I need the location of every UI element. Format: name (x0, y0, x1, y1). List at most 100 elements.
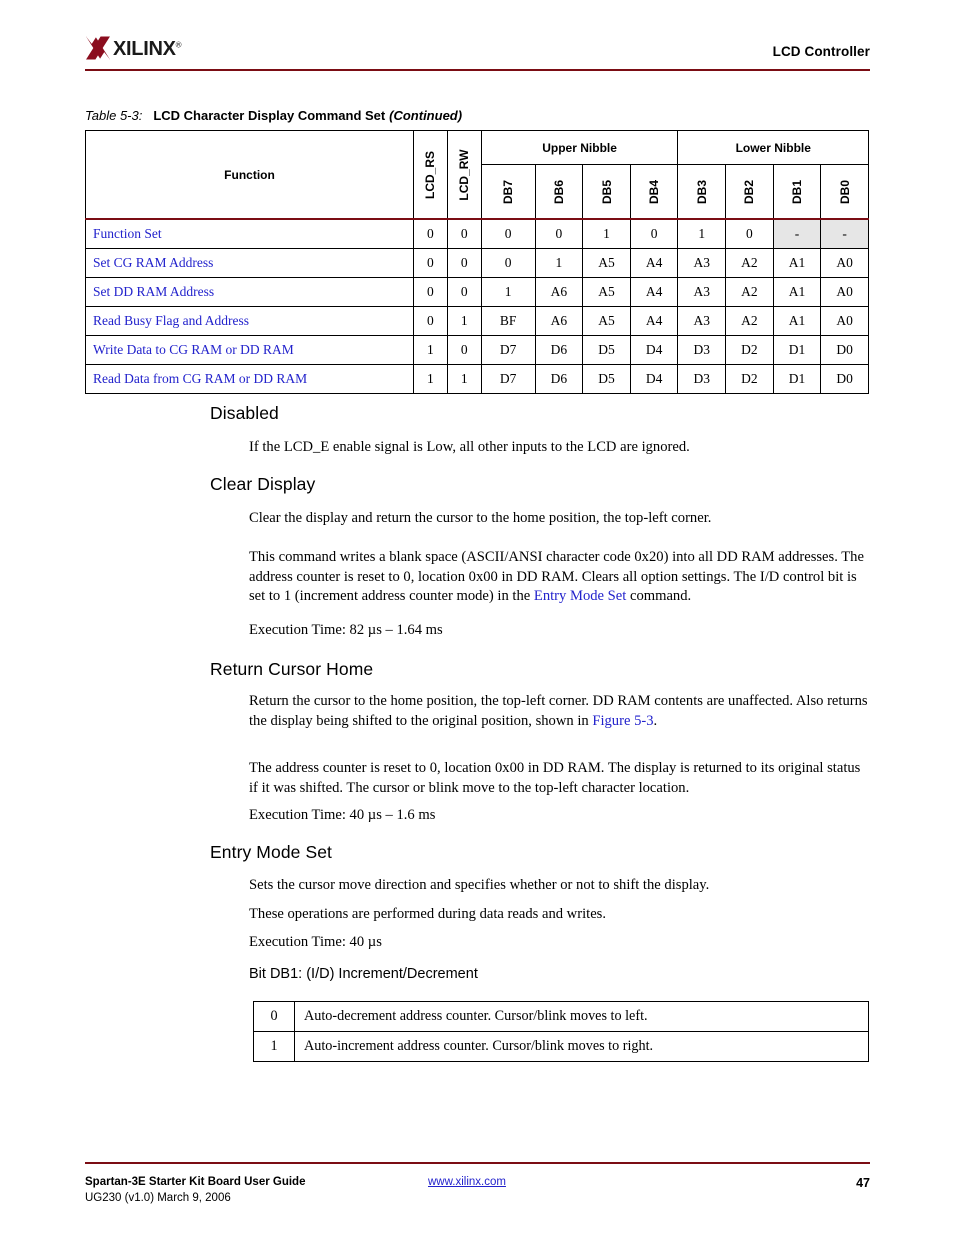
cell-db5: 1 (582, 218, 631, 249)
cell-db2: D2 (725, 335, 774, 365)
cell-db1: D1 (772, 335, 822, 365)
cell-db7: D7 (480, 364, 536, 394)
cell-function-name[interactable]: Set DD RAM Address (85, 277, 414, 307)
page-header: XILINX® LCD Controller (85, 33, 870, 78)
cell-db1: D1 (772, 364, 822, 394)
table-row: Read Data from CG RAM or DD RAM 1 1 D7 D6 D5 D… (85, 364, 869, 394)
table-row: Set DD RAM Address 0 0 1 A6 A5 A4 A3 A2 A1 A0 (85, 277, 869, 307)
xilinx-logo-icon (86, 36, 110, 60)
cell-bit-description: Auto-increment address counter. Cursor/b… (294, 1031, 869, 1062)
paragraph-return-cursor-home-exec-time: Execution Time: 40 µs – 1.6 ms (249, 807, 436, 823)
table-row: Read Busy Flag and Address 0 1 BF A6 A5 A4 A3 A2… (85, 306, 869, 336)
cell-bit-value: 0 (253, 1001, 295, 1032)
table-row: Function Set 0 0 0 0 1 0 1 0- - (85, 218, 869, 249)
table-caption: Table 5-3: LCD Character Display Command … (85, 107, 462, 123)
cell-lcd-rs: 0 (412, 248, 448, 278)
cell-db6: D6 (534, 335, 584, 365)
cell-db3: A3 (677, 277, 727, 307)
cell-function-name[interactable]: Set CG RAM Address (85, 248, 414, 278)
header-db4: DB4 (629, 164, 679, 220)
xilinx-wordmark: XILINX® (113, 38, 182, 60)
cell-db5: A5 (582, 277, 631, 307)
footer-document-id: UG230 (v1.0) March 9, 2006 (85, 1192, 231, 1204)
cell-db0: A0 (820, 248, 869, 278)
cell-lcd-rw: 0 (446, 277, 482, 307)
paragraph-clear-display-2-text-b: command. (626, 588, 692, 604)
cell-function-name[interactable]: Write Data to CG RAM or DD RAM (85, 335, 414, 365)
header-lcd-rs-label: LCD_RS (423, 150, 438, 199)
heading-clear-display: Clear Display (210, 474, 316, 494)
cell-db0: D0 (820, 364, 869, 394)
cell-db2: A2 (725, 306, 774, 336)
xilinx-wordmark-text: XILINX (113, 38, 176, 60)
paragraph-entry-mode-set-exec-time: Execution Time: 40 µs (249, 934, 382, 950)
cell-db0: A0 (820, 306, 869, 336)
cell-db5: A5 (582, 248, 631, 278)
cell-db0: A0 (820, 277, 869, 307)
header-lcd-rw: LCD_RW (446, 130, 482, 220)
header-db7: DB7 (480, 164, 536, 220)
link-figure-5-3[interactable]: Figure 5-3 (592, 713, 653, 729)
table-row: Write Data to CG RAM or DD RAM 1 0 D7 D6 D5 D4… (85, 335, 869, 365)
cell-lcd-rw: 1 (446, 306, 482, 336)
header-db5: DB5 (582, 164, 631, 220)
cell-db3: D3 (677, 335, 727, 365)
header-db3-label: DB3 (694, 179, 709, 204)
cell-function-name[interactable]: Read Busy Flag and Address (85, 306, 414, 336)
paragraph-clear-display-2: This command writes a blank space (ASCII… (249, 548, 869, 607)
cell-lcd-rs: 1 (412, 335, 448, 365)
cell-lcd-rs: 0 (412, 218, 448, 249)
cell-db0: - (820, 218, 869, 249)
bit-table-row: 1 Auto-increment address counter. Cursor/… (253, 1031, 869, 1062)
header-upper-nibble: Upper Nibble (480, 130, 679, 165)
registered-trademark-icon: ® (175, 40, 182, 50)
command-set-table: Function LCD_RS LCD_RW Upper Nibble Lowe… (85, 130, 869, 394)
cell-lcd-rw: 0 (446, 218, 482, 249)
cell-db6: A6 (534, 277, 584, 307)
header-db6-label: DB6 (551, 179, 566, 204)
xilinx-logo: XILINX® (85, 35, 182, 61)
paragraph-return-cursor-home-1: Return the cursor to the home position, … (249, 692, 869, 731)
cell-db2: 0 (725, 218, 774, 249)
header-db0: DB0 (820, 164, 869, 220)
cell-db5: D5 (582, 364, 631, 394)
bit-db1-table: 0 Auto-decrement address counter. Cursor/… (253, 1001, 869, 1062)
cell-db4: A4 (629, 248, 679, 278)
header-db4-label: DB4 (647, 179, 662, 204)
cell-db4: A4 (629, 306, 679, 336)
header-db2-label: DB2 (742, 179, 757, 204)
cell-db3: 1 (677, 218, 727, 249)
link-entry-mode-set[interactable]: Entry Mode Set (534, 588, 626, 604)
cell-function-name[interactable]: Function Set (85, 218, 414, 249)
header-db3: DB3 (677, 164, 727, 220)
cell-db6: 0 (534, 218, 584, 249)
cell-db0: D0 (820, 335, 869, 365)
cell-function-name[interactable]: Read Data from CG RAM or DD RAM (85, 364, 414, 394)
cell-lcd-rs: 0 (412, 277, 448, 307)
cell-db2: D2 (725, 364, 774, 394)
cell-db4: D4 (629, 335, 679, 365)
cell-db4: 0 (629, 218, 679, 249)
table-caption-number: Table 5-3: (85, 108, 143, 123)
header-db2: DB2 (725, 164, 774, 220)
cell-db2: A2 (725, 248, 774, 278)
paragraph-entry-mode-set-2: These operations are performed during da… (249, 906, 606, 922)
footer-url-link[interactable]: www.xilinx.com (428, 1176, 506, 1188)
header-db0-label: DB0 (837, 179, 852, 204)
header-db5-label: DB5 (599, 179, 614, 204)
cell-db1: A1 (772, 306, 822, 336)
cell-db2: A2 (725, 277, 774, 307)
document-page: XILINX® LCD Controller Table 5-3: LCD Cha… (0, 0, 954, 1235)
header-lcd-rs: LCD_RS (412, 130, 448, 220)
paragraph-return-cursor-home-1-text-a: Return the cursor to the home position, … (249, 693, 868, 729)
cell-db7: 0 (480, 218, 536, 249)
table-caption-continued: (Continued) (389, 108, 463, 123)
header-lower-nibble: Lower Nibble (677, 130, 869, 165)
cell-lcd-rs: 1 (412, 364, 448, 394)
header-function: Function (85, 130, 414, 220)
cell-db5: A5 (582, 306, 631, 336)
paragraph-return-cursor-home-1-text-b: . (653, 712, 658, 729)
cell-db6: D6 (534, 364, 584, 394)
cell-db1: A1 (772, 248, 822, 278)
cell-db1: A1 (772, 277, 822, 307)
